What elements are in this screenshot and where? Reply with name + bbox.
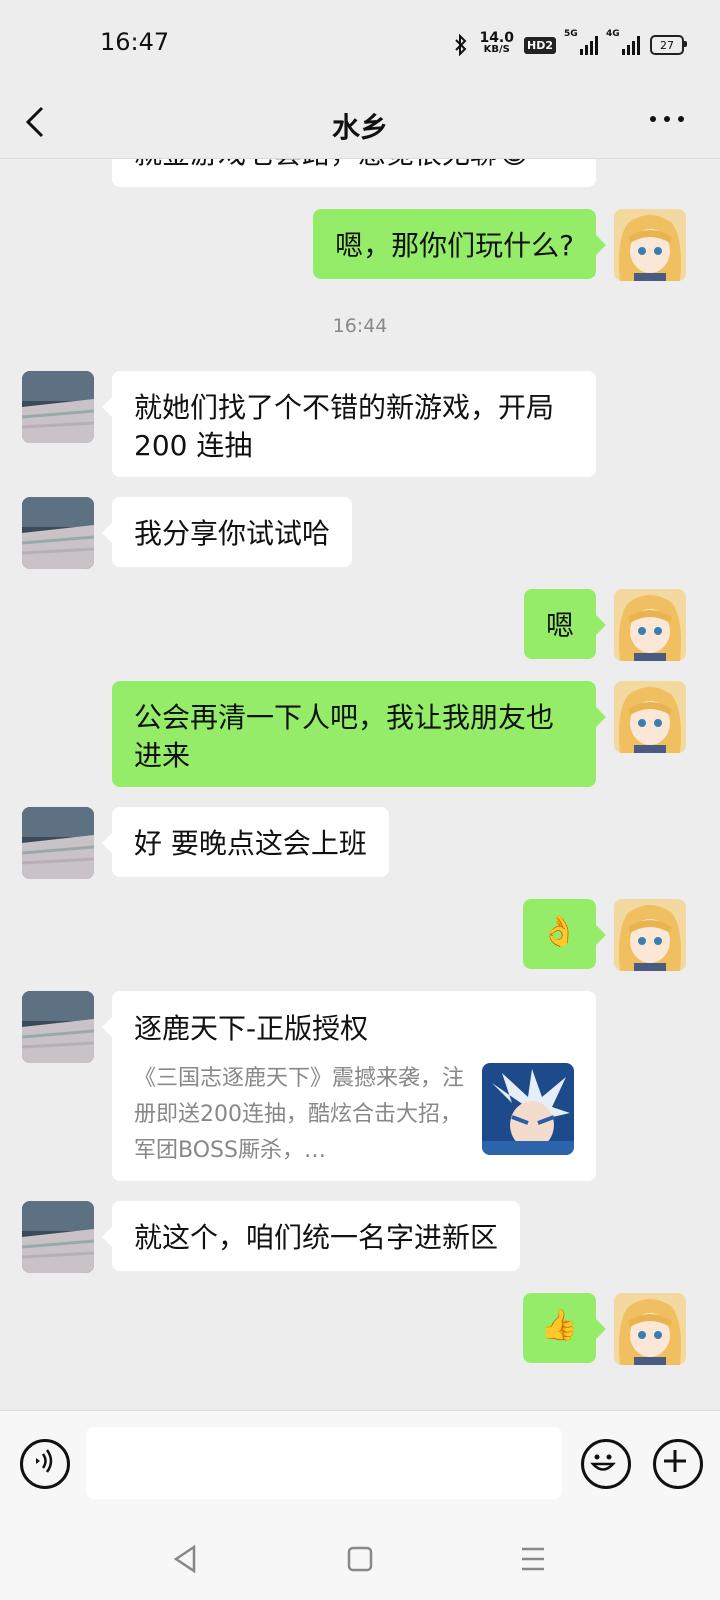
signal-5g-icon: 5G (564, 29, 598, 55)
net-speed: 14.0 KB/S (479, 31, 514, 55)
contact-avatar[interactable] (22, 497, 94, 569)
home-square-icon[interactable] (347, 1544, 373, 1574)
menu-lines-icon[interactable] (520, 1544, 546, 1574)
net-speed-value: 14.0 (479, 30, 514, 46)
signal-5g-label: 5G (564, 29, 578, 39)
chat-title: 水乡 (331, 111, 388, 144)
chat-header: 水乡 (0, 88, 720, 159)
emoji-icon[interactable] (581, 1439, 631, 1489)
input-bar (0, 1410, 720, 1521)
my-avatar[interactable] (614, 589, 686, 661)
my-avatar[interactable] (614, 681, 686, 753)
message-list[interactable]: 就金游戏老套路，感觉很无聊😂 嗯，那你们玩什么? 16:44 就她们找了个不错的… (0, 159, 720, 1409)
message-bubble-outgoing[interactable]: 👌 (522, 899, 607, 969)
contact-avatar[interactable] (22, 991, 94, 1063)
signal-4g-label: 4G (606, 29, 620, 39)
bluetooth-icon (455, 34, 467, 56)
contact-avatar[interactable] (22, 807, 94, 879)
more-dots-icon[interactable] (650, 116, 684, 122)
system-navigation-bar (0, 1520, 720, 1600)
hd-badge: HD2 (524, 36, 556, 54)
net-speed-unit: KB/S (483, 44, 510, 55)
signal-4g-icon: 4G (606, 29, 640, 55)
my-avatar[interactable] (614, 1293, 686, 1365)
message-bubble-outgoing[interactable]: 公会再清一下人吧，我让我朋友也进来 (112, 681, 606, 787)
message-bubble-incoming[interactable]: 就这个，咱们统一名字进新区 (101, 1201, 521, 1271)
message-input[interactable] (86, 1427, 562, 1499)
card-description: 《三国志逐鹿天下》震撼来袭，注册即送200连抽，酷炫合击大招，军团BOSS厮杀，… (134, 1066, 465, 1163)
status-bar: 16:47 14.0 KB/S HD2 5G 4G 27 (0, 0, 720, 88)
message-bubble-incoming[interactable]: 就金游戏老套路，感觉很无聊😂 (112, 159, 596, 187)
message-bubble-outgoing[interactable]: 嗯，那你们玩什么? (313, 209, 606, 279)
contact-avatar[interactable] (22, 371, 94, 443)
my-avatar[interactable] (614, 899, 686, 971)
contact-avatar[interactable] (22, 1201, 94, 1273)
plus-icon[interactable] (653, 1439, 703, 1489)
voice-icon[interactable] (20, 1439, 70, 1489)
card-thumbnail (482, 1063, 574, 1155)
shared-link-card[interactable]: 逐鹿天下-正版授权 《三国志逐鹿天下》震撼来袭，注册即送200连抽，酷炫合击大招… (102, 991, 596, 1181)
battery-level: 27 (660, 38, 674, 52)
status-icons: 14.0 KB/S HD2 5G 4G 27 (453, 29, 687, 60)
message-bubble-outgoing[interactable]: 👍 (522, 1293, 607, 1363)
card-title: 逐鹿天下-正版授权 (134, 1012, 369, 1045)
back-triangle-icon[interactable] (172, 1544, 198, 1574)
message-bubble-incoming[interactable]: 好 要晚点这会上班 (102, 807, 389, 877)
message-bubble-incoming[interactable]: 我分享你试试哈 (101, 497, 353, 567)
battery-icon: 27 (650, 35, 687, 55)
message-bubble-outgoing[interactable]: 嗯 (523, 589, 607, 659)
message-bubble-incoming[interactable]: 就她们找了个不错的新游戏，开局200 连抽 (102, 371, 596, 477)
status-time: 16:47 (100, 28, 170, 56)
my-avatar[interactable] (614, 209, 686, 281)
message-timestamp: 16:44 (332, 315, 388, 337)
